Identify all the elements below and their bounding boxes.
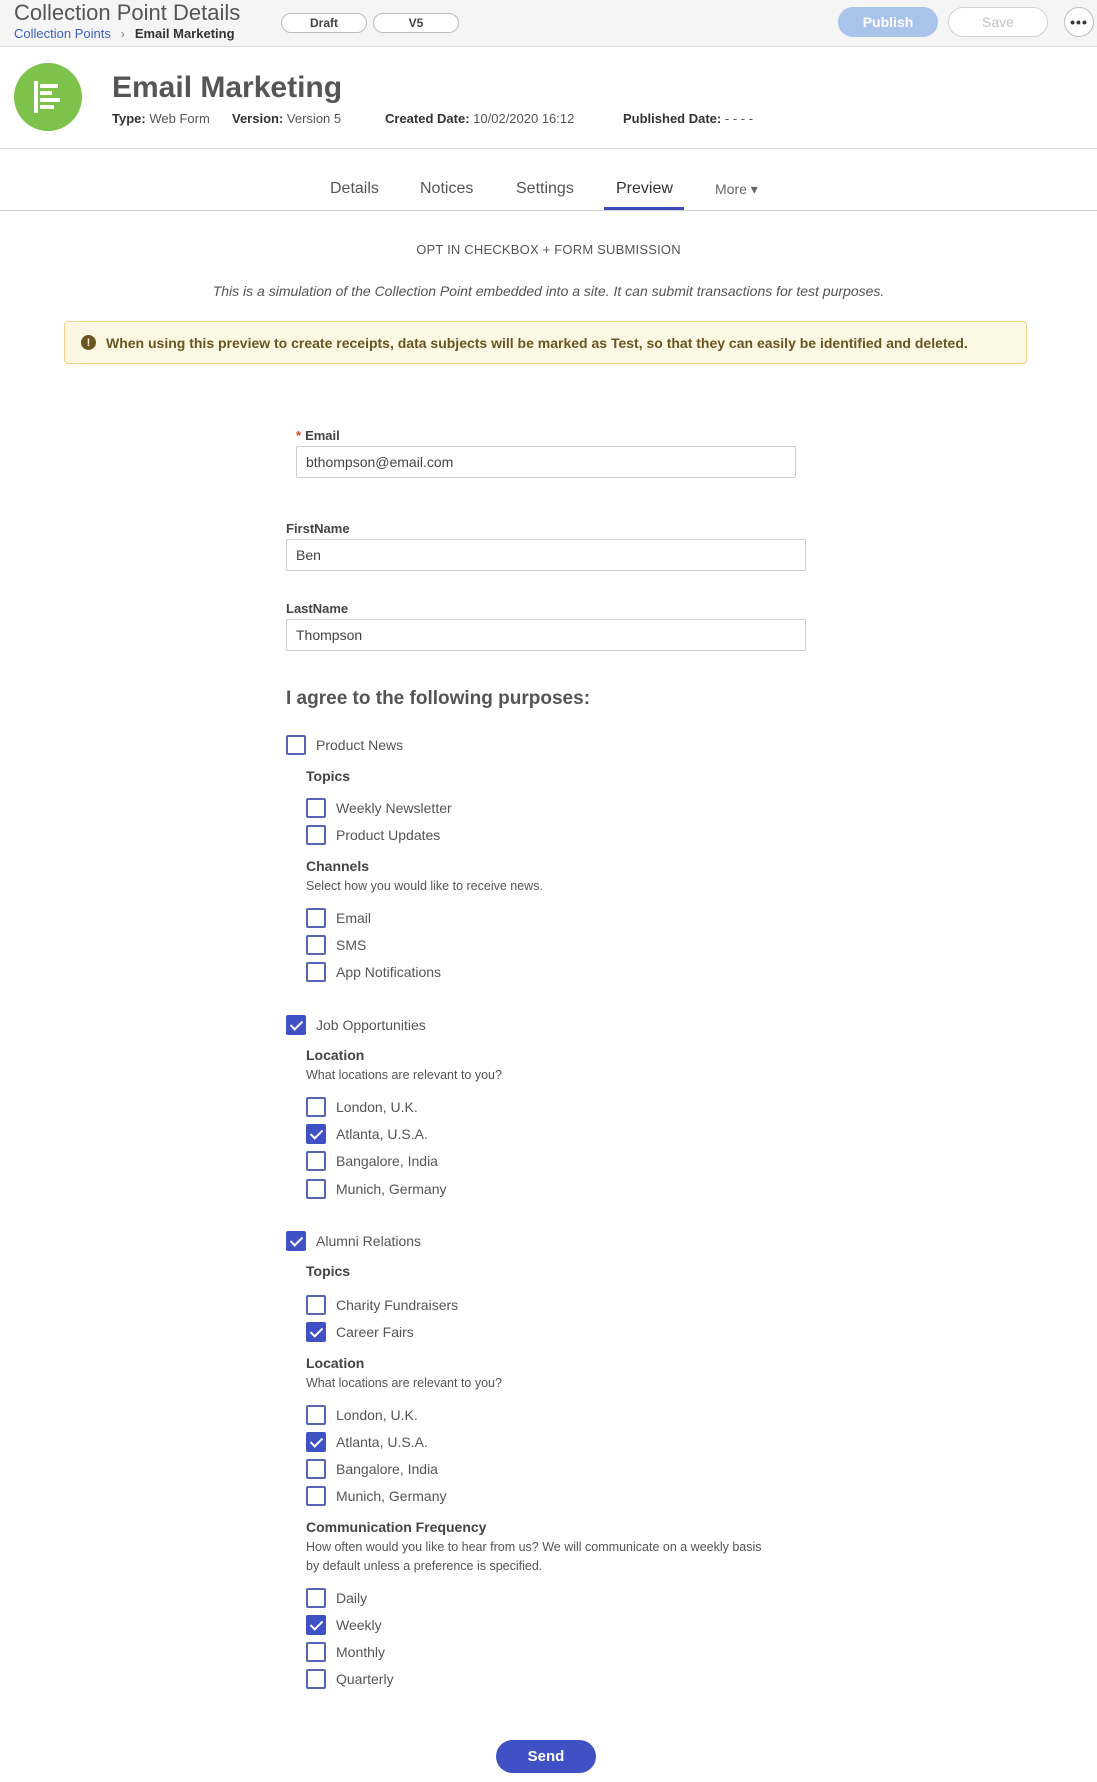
label-career-fairs: Career Fairs (336, 1324, 414, 1340)
label-channel-app-notifications: App Notifications (336, 964, 442, 980)
app-title: Collection Point Details (14, 0, 241, 25)
collection-point-header: Email Marketing Type: Web Form Version: … (0, 47, 1097, 149)
label-charity-fundraisers: Charity Fundraisers (336, 1297, 459, 1313)
collection-point-logo (14, 63, 82, 131)
label-frequency-quarterly: Quarterly (336, 1671, 394, 1687)
label-weekly-newsletter: Weekly Newsletter (336, 800, 452, 816)
label-job-munich: Munich, Germany (336, 1181, 447, 1197)
tab-details[interactable]: Details (330, 180, 379, 198)
label-job-atlanta: Atlanta, U.S.A. (336, 1126, 428, 1142)
checkbox-alumni-london[interactable] (306, 1405, 326, 1425)
checkbox-career-fairs[interactable] (306, 1322, 326, 1342)
checkbox-job-atlanta[interactable] (306, 1124, 326, 1144)
checkbox-weekly-newsletter[interactable] (306, 798, 326, 818)
publish-button[interactable]: Publish (838, 7, 938, 37)
warning-text: When using this preview to create receip… (106, 334, 968, 351)
label-channel-sms: SMS (336, 937, 367, 953)
list-icon (34, 81, 60, 113)
required-marker: * (296, 428, 302, 443)
label-frequency-weekly: Weekly (336, 1617, 382, 1633)
breadcrumb-link-collection-points[interactable]: Collection Points (14, 26, 111, 41)
label-alumni-bangalore: Bangalore, India (336, 1461, 438, 1477)
firstname-field[interactable] (286, 539, 806, 571)
warning-banner: ! When using this preview to create rece… (64, 321, 1027, 364)
label-alumni-atlanta: Atlanta, U.S.A. (336, 1434, 428, 1450)
breadcrumb: Collection Points › Email Marketing (14, 26, 235, 41)
ellipsis-icon: ••• (1070, 14, 1088, 30)
checkbox-product-updates[interactable] (306, 825, 326, 845)
label-job-bangalore: Bangalore, India (336, 1153, 438, 1169)
job-location-heading: Location (306, 1047, 365, 1063)
meta-published-date: Published Date: - - - - (623, 111, 754, 126)
label-frequency-daily: Daily (336, 1590, 368, 1606)
checkbox-job-munich[interactable] (306, 1179, 326, 1199)
meta-created-date: Created Date: 10/02/2020 16:12 (385, 111, 575, 126)
meta-version: Version: Version 5 (232, 111, 342, 126)
email-label: * Email (296, 428, 340, 443)
checkbox-job-london[interactable] (306, 1097, 326, 1117)
checkbox-frequency-quarterly[interactable] (306, 1669, 326, 1689)
status-badge: Draft (281, 13, 367, 33)
checkbox-alumni-munich[interactable] (306, 1486, 326, 1506)
checkbox-alumni-atlanta[interactable] (306, 1432, 326, 1452)
frequency-heading: Communication Frequency (306, 1519, 487, 1535)
preview-section-title: OPT IN CHECKBOX + FORM SUBMISSION (416, 242, 681, 257)
frequency-description-line-2: by default unless a preference is specif… (306, 1559, 543, 1573)
tab-bar: Details Notices Settings Preview More ▾ (0, 170, 1097, 211)
checkbox-job-bangalore[interactable] (306, 1151, 326, 1171)
version-badge: V5 (373, 13, 459, 33)
alumni-topics-heading: Topics (306, 1263, 351, 1279)
top-bar: Collection Point Details Collection Poin… (0, 0, 1097, 47)
send-button[interactable]: Send (496, 1740, 596, 1773)
tab-notices[interactable]: Notices (420, 180, 473, 198)
warning-icon: ! (81, 335, 96, 350)
page-title: Email Marketing (112, 71, 343, 104)
purposes-heading: I agree to the following purposes: (286, 688, 591, 709)
job-location-description: What locations are relevant to you? (306, 1068, 502, 1082)
checkbox-charity-fundraisers[interactable] (306, 1295, 326, 1315)
caret-down-icon: ▾ (750, 181, 758, 197)
meta-type: Type: Web Form (112, 111, 210, 126)
label-alumni-relations: Alumni Relations (316, 1233, 422, 1249)
breadcrumb-current: Email Marketing (134, 26, 235, 41)
label-alumni-munich: Munich, Germany (336, 1488, 447, 1504)
alumni-location-heading: Location (306, 1355, 365, 1371)
firstname-label: FirstName (286, 521, 350, 536)
label-channel-email: Email (336, 910, 372, 926)
tab-preview[interactable]: Preview (616, 180, 673, 198)
more-options-button[interactable]: ••• (1064, 7, 1094, 37)
product-news-topics-heading: Topics (306, 768, 351, 784)
checkbox-channel-sms[interactable] (306, 935, 326, 955)
active-tab-indicator (604, 207, 684, 210)
channels-heading: Channels (306, 858, 370, 874)
checkbox-channel-email[interactable] (306, 908, 326, 928)
lastname-field[interactable] (286, 619, 806, 651)
lastname-label: LastName (286, 601, 349, 616)
checkbox-job-opportunities[interactable] (286, 1015, 306, 1035)
email-field[interactable] (296, 446, 796, 478)
label-product-news: Product News (316, 737, 404, 753)
breadcrumb-separator: › (120, 26, 125, 41)
checkbox-product-news[interactable] (286, 735, 306, 755)
label-frequency-monthly: Monthly (336, 1644, 386, 1660)
tab-settings[interactable]: Settings (516, 180, 574, 198)
save-button[interactable]: Save (948, 7, 1048, 37)
checkbox-channel-app-notifications[interactable] (306, 962, 326, 982)
checkbox-frequency-monthly[interactable] (306, 1642, 326, 1662)
label-job-opportunities: Job Opportunities (316, 1017, 426, 1033)
frequency-description-line-1: How often would you like to hear from us… (306, 1540, 762, 1554)
alumni-location-description: What locations are relevant to you? (306, 1376, 502, 1390)
checkbox-alumni-bangalore[interactable] (306, 1459, 326, 1479)
label-job-london: London, U.K. (336, 1099, 418, 1115)
channels-description: Select how you would like to receive new… (306, 879, 543, 893)
tab-more[interactable]: More ▾ (715, 181, 758, 198)
label-product-updates: Product Updates (336, 827, 441, 843)
simulation-notice: This is a simulation of the Collection P… (212, 283, 885, 299)
checkbox-alumni-relations[interactable] (286, 1231, 306, 1251)
checkbox-frequency-weekly[interactable] (306, 1615, 326, 1635)
checkbox-frequency-daily[interactable] (306, 1588, 326, 1608)
label-alumni-london: London, U.K. (336, 1407, 418, 1423)
